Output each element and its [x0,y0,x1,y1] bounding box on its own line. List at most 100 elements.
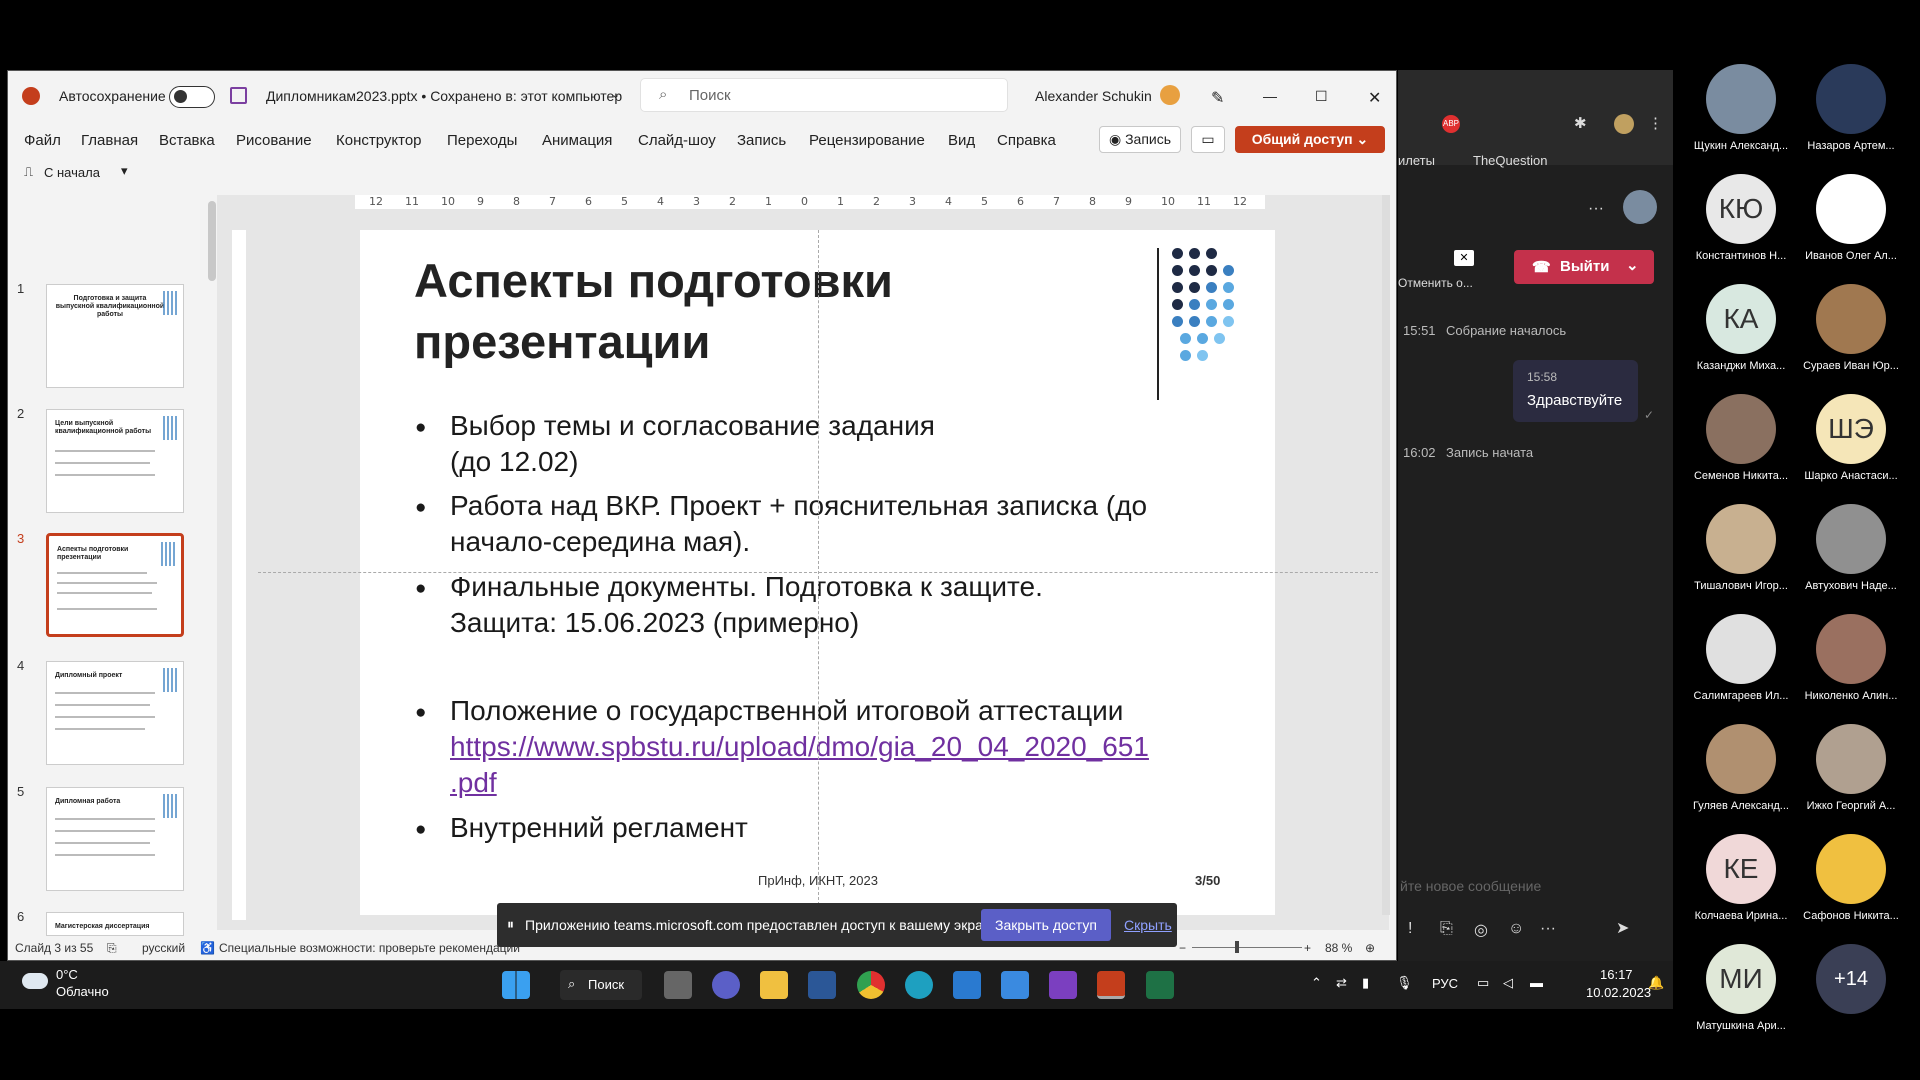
attach-icon[interactable]: ⎘ [1440,920,1453,938]
user-name[interactable]: Alexander Schukin [1035,88,1152,104]
notification-bell-icon[interactable]: 🔔 [1648,975,1664,991]
slide-title[interactable]: Аспекты подготовки презентации [414,250,954,372]
profile-icon[interactable] [1614,114,1634,134]
tab-view[interactable]: Вид [948,132,975,149]
thumbnail-slide-6[interactable]: Магистерская диссертация [46,912,184,936]
display-icon[interactable]: ▭ [1477,975,1489,991]
word-icon[interactable] [808,971,836,999]
user-avatar[interactable] [1160,85,1180,105]
more-icon[interactable]: ··· [1540,920,1556,938]
share-button[interactable]: Общий доступ ⌄ [1235,126,1385,153]
notepad-icon[interactable] [1001,971,1029,999]
tab-record[interactable]: Запись [737,132,786,149]
close-icon[interactable]: ✕ [1368,88,1381,108]
thumbnail-slide-4[interactable]: Дипломный проект [46,661,184,765]
taskbar-search[interactable]: ⌕ Поиск [560,970,642,1000]
edge-icon[interactable] [905,971,933,999]
tab-design[interactable]: Конструктор [336,132,422,149]
chevron-down-icon[interactable]: ⌄ [611,88,620,101]
tab-transitions[interactable]: Переходы [447,132,517,149]
teams-chat-icon[interactable] [712,971,740,999]
tab-draw[interactable]: Рисование [236,132,312,149]
powerpoint-taskbar-icon[interactable] [1097,971,1125,999]
loop-icon[interactable]: ◎ [1474,920,1488,940]
participant-tile[interactable]: Назаров Артем... [1796,64,1906,152]
temperature[interactable]: 0°C [56,967,78,982]
thumbnail-slide-1[interactable]: Подготовка и защита выпускной квалификац… [46,284,184,388]
participant-tile[interactable]: ШЭ Шарко Анастаси... [1796,394,1906,482]
save-icon[interactable] [230,87,247,104]
leave-button[interactable]: ☎ Выйти ⌄ [1514,250,1654,284]
zoom-out-icon[interactable]: − [1179,941,1186,955]
regulation-link[interactable]: https://www.spbstu.ru/upload/dmo/gia_20_… [450,729,1235,765]
zoom-slider-thumb[interactable] [1235,941,1239,953]
participant-tile[interactable]: Сураев Иван Юр... [1796,284,1906,372]
tab-home[interactable]: Главная [81,132,138,149]
search-box[interactable]: ⌕ Поиск [640,78,1008,112]
tab-slideshow[interactable]: Слайд-шоу [638,132,716,149]
chat-message-bubble[interactable]: 15:58 Здравствуйте [1513,360,1638,422]
zoom-slider[interactable] [1192,947,1302,948]
zoom-level[interactable]: 88 % [1325,941,1352,955]
microphone-icon[interactable]: 🎙 [1396,975,1413,991]
stop-sharing-button[interactable]: Закрыть доступ [981,909,1111,941]
visual-studio-icon[interactable] [1049,971,1077,999]
chrome-icon[interactable] [857,971,885,999]
format-icon[interactable]: ! [1408,920,1412,938]
hide-link[interactable]: Скрыть [1124,917,1172,933]
network-icon[interactable]: ⇄ [1336,975,1347,991]
participant-tile[interactable]: Тишалович Игор... [1686,504,1796,592]
tab-review[interactable]: Рецензирование [809,132,925,149]
volume-icon[interactable]: ◁ [1503,975,1513,991]
participant-tile[interactable]: Семенов Никита... [1686,394,1796,482]
participant-tile[interactable]: Автухович Наде... [1796,504,1906,592]
comment-icon[interactable]: ▭ [1191,126,1225,153]
weather[interactable]: Облачно [56,984,109,999]
emoji-icon[interactable]: ☺ [1508,920,1524,938]
bookmark-item[interactable]: илеты [1398,153,1435,168]
zoom-in-icon[interactable]: + [1304,941,1311,955]
language-indicator[interactable]: русский [142,941,185,955]
pen-icon[interactable]: ✎ [1211,88,1224,108]
regulation-link[interactable]: .pdf [450,765,1235,801]
tab-help[interactable]: Справка [997,132,1056,149]
participant-tile[interactable]: Салимгареев Ил... [1686,614,1796,702]
from-start-button[interactable]: С начала [44,165,100,180]
self-avatar[interactable] [1623,190,1657,224]
thumbnail-slide-2[interactable]: Цели выпускной квалификационной работы [46,409,184,513]
participant-tile[interactable]: МИ Матушкина Ари... [1686,944,1796,1032]
accessibility-status[interactable]: Специальные возможности: проверьте реком… [219,941,520,955]
slide-scrollbar[interactable] [1382,195,1390,915]
tab-file[interactable]: Файл [24,132,61,149]
more-options-icon[interactable]: ··· [1588,200,1604,218]
thumbnails-scrollbar[interactable] [208,201,216,281]
excel-icon[interactable] [1146,971,1174,999]
mail-icon[interactable] [953,971,981,999]
bookmark-thequestion[interactable]: TheQuestion [1473,153,1547,168]
stop-share-icon[interactable]: ✕ [1454,250,1474,266]
clock-time[interactable]: 16:17 [1600,967,1633,982]
maximize-icon[interactable]: ☐ [1315,88,1328,105]
record-button[interactable]: ◉ Запись [1099,126,1181,153]
file-explorer-icon[interactable] [760,971,788,999]
unshare-label[interactable]: Отменить о... [1398,276,1473,290]
tab-insert[interactable]: Вставка [159,132,215,149]
participant-tile[interactable]: Иванов Олег Ал... [1796,174,1906,262]
send-icon[interactable]: ➤ [1616,918,1629,938]
clock-date[interactable]: 10.02.2023 [1586,985,1651,1000]
customize-icon[interactable]: ▾ [121,163,128,179]
autosave-toggle[interactable] [169,86,215,108]
fit-slide-icon[interactable]: ⊕ [1365,941,1375,955]
participant-tile[interactable]: Щукин Александ... [1686,64,1796,152]
tray-chevron-icon[interactable]: ⌃ [1311,975,1322,991]
participant-tile[interactable]: КЕ Колчаева Ирина... [1686,834,1796,922]
participant-tile[interactable]: Ижко Георгий А... [1796,724,1906,812]
spellcheck-icon[interactable]: ⎘ [107,941,117,956]
participant-tile[interactable]: КА Казанджи Миха... [1686,284,1796,372]
minimize-icon[interactable]: — [1263,88,1277,104]
thumbnail-slide-5[interactable]: Дипломная работа [46,787,184,891]
input-language[interactable]: РУС [1432,976,1458,991]
tab-animations[interactable]: Анимация [542,132,612,149]
file-title[interactable]: Дипломникам2023.pptx • Сохранено в: этот… [266,88,622,104]
adblock-icon[interactable]: ABP [1442,115,1460,133]
